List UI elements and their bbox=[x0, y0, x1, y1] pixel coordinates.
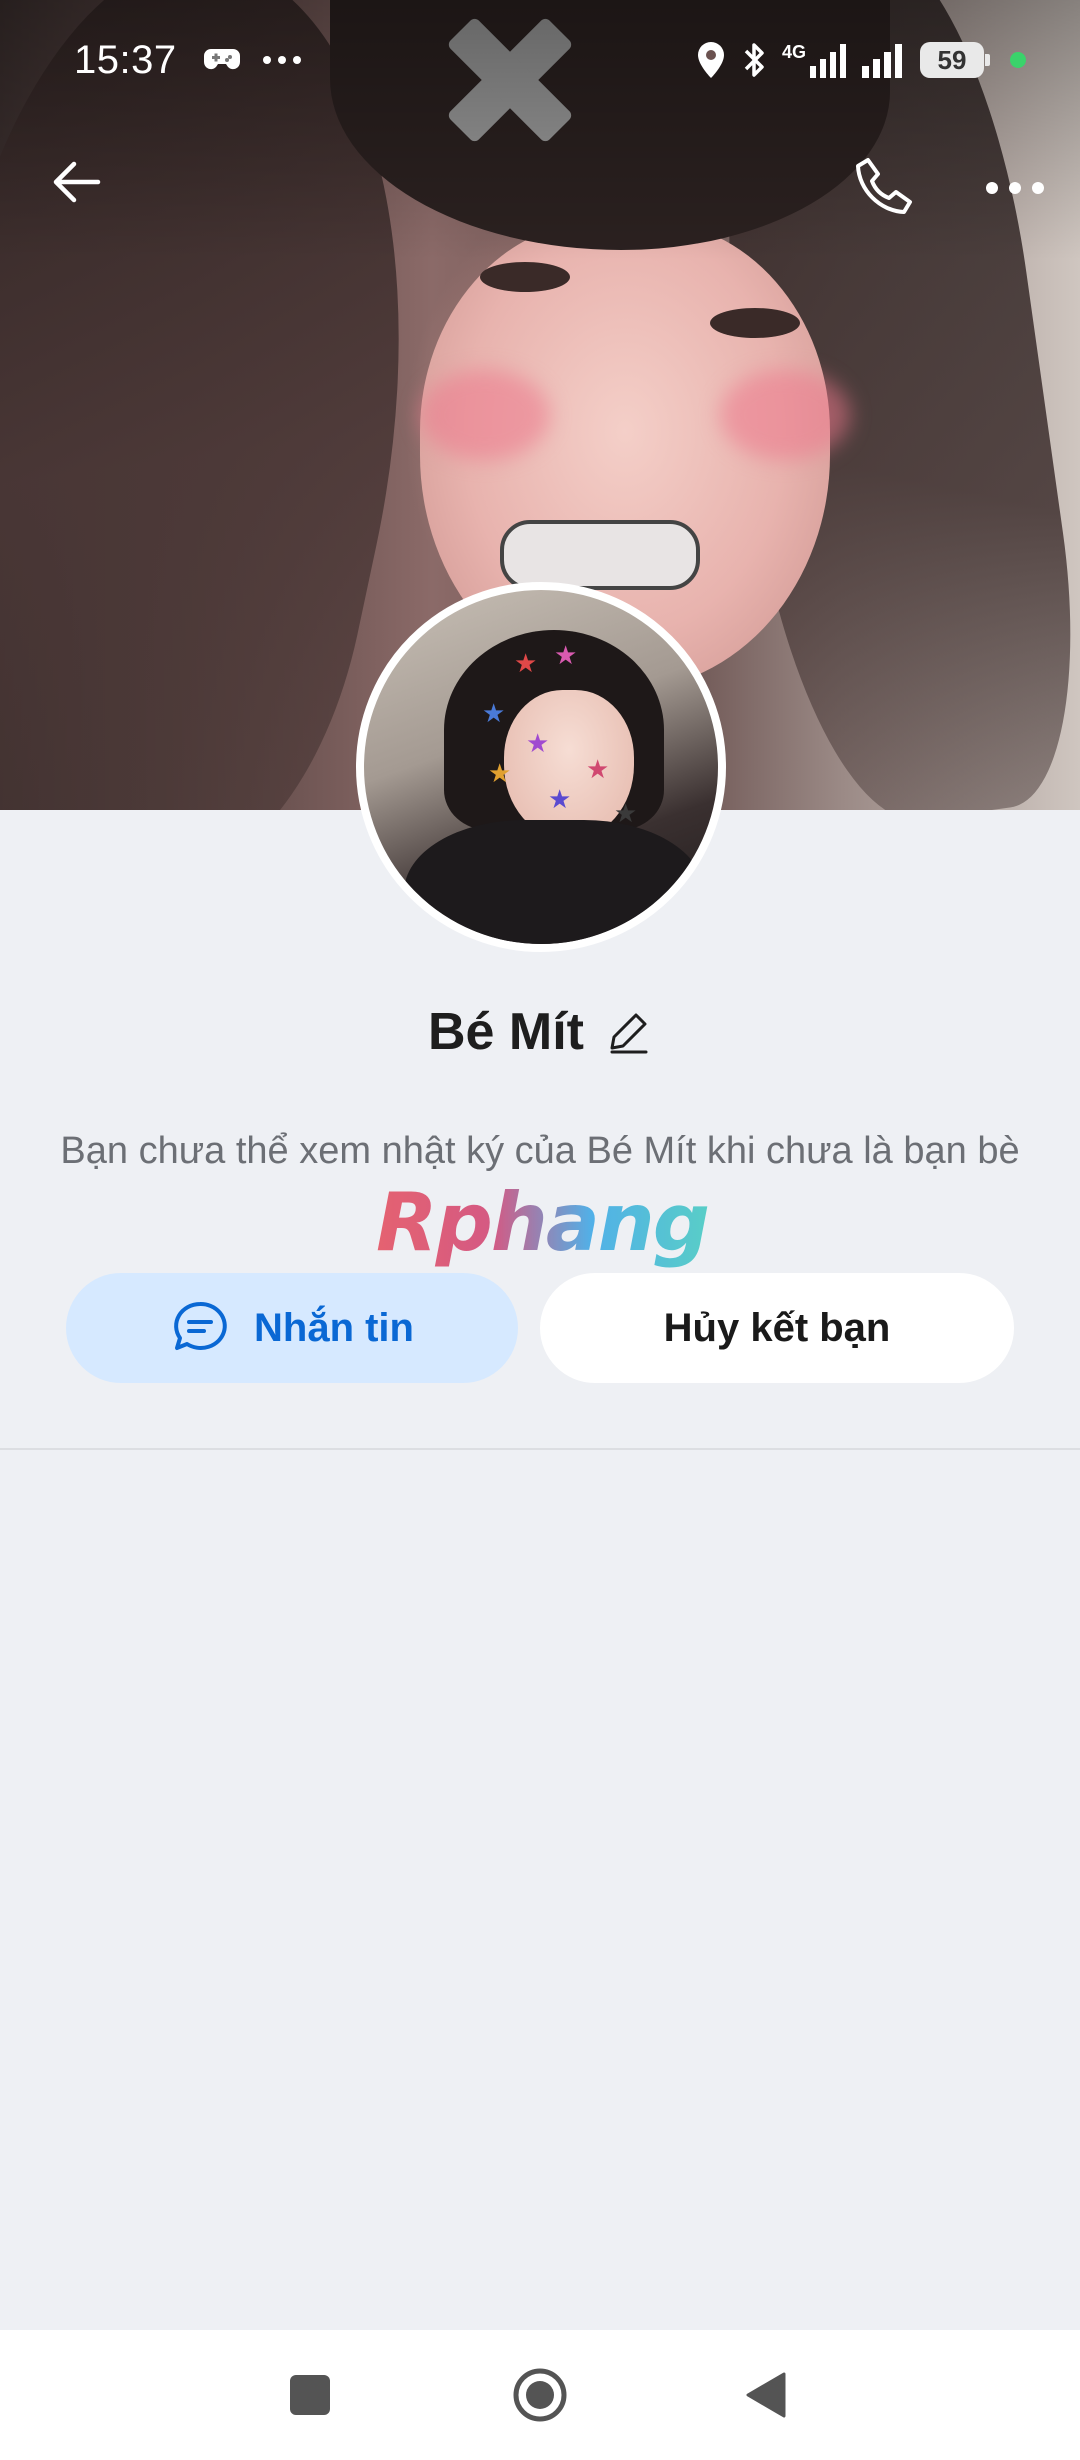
system-nav-bar bbox=[0, 2330, 1080, 2460]
battery-icon: 59 bbox=[920, 42, 990, 78]
star-sticker: ★ bbox=[482, 698, 506, 728]
network-label: 4G bbox=[781, 42, 806, 62]
location-icon bbox=[697, 42, 724, 78]
back-arrow-icon[interactable] bbox=[44, 150, 108, 214]
cover-eye-right bbox=[710, 308, 800, 338]
signal-icon bbox=[810, 44, 846, 78]
profile-avatar[interactable]: ★ ★ ★ ★ ★ ★ ★ ★ bbox=[356, 582, 726, 952]
send-message-label: Nhắn tin bbox=[254, 1305, 414, 1350]
unfriend-label: Hủy kết bạn bbox=[663, 1305, 891, 1350]
send-message-button[interactable]: Nhắn tin bbox=[66, 1273, 518, 1383]
star-sticker: ★ bbox=[548, 784, 572, 814]
diary-restricted-notice: Bạn chưa thể xem nhật ký của Bé Mít khi … bbox=[60, 1130, 1020, 1172]
star-sticker: ★ bbox=[554, 640, 578, 670]
status-right-icons: 4G 59 bbox=[696, 40, 1026, 80]
recent-apps-icon[interactable] bbox=[290, 2375, 330, 2415]
game-controller-icon bbox=[203, 49, 240, 70]
signal-icon-2 bbox=[862, 44, 902, 78]
chat-bubble-icon bbox=[174, 1301, 227, 1350]
avatar-body bbox=[404, 820, 704, 944]
cover-bone-sticker bbox=[500, 520, 700, 590]
star-sticker: ★ bbox=[488, 758, 512, 788]
star-sticker: ★ bbox=[586, 754, 610, 784]
star-sticker: ★ bbox=[614, 798, 638, 828]
cover-cheek-right bbox=[720, 370, 850, 460]
phone-icon[interactable] bbox=[848, 150, 920, 222]
status-left-icons bbox=[203, 45, 303, 75]
watermark: Rphang bbox=[376, 1176, 710, 1269]
more-icon[interactable] bbox=[980, 168, 1050, 208]
profile-name: Bé Mít bbox=[428, 1003, 584, 1061]
profile-name-row: Bé Mít bbox=[0, 992, 1080, 1072]
network-4g: 4G bbox=[782, 42, 846, 78]
home-icon[interactable] bbox=[512, 2367, 568, 2423]
star-sticker: ★ bbox=[526, 728, 550, 758]
edit-pencil-icon[interactable] bbox=[606, 1009, 652, 1055]
more-dots-icon bbox=[262, 56, 301, 64]
status-time: 15:37 bbox=[74, 37, 177, 82]
nav-back-icon[interactable] bbox=[744, 2370, 788, 2420]
battery-level: 59 bbox=[937, 44, 967, 75]
section-divider bbox=[0, 1448, 1080, 1450]
status-bar: 15:37 4G 59 bbox=[0, 0, 1080, 120]
bluetooth-icon bbox=[744, 43, 764, 77]
cover-cheek-left bbox=[420, 370, 550, 460]
unfriend-button[interactable]: Hủy kết bạn bbox=[540, 1273, 1014, 1383]
star-sticker: ★ bbox=[514, 648, 538, 678]
cover-eye-left bbox=[480, 262, 570, 292]
privacy-indicator-dot bbox=[1010, 52, 1026, 68]
